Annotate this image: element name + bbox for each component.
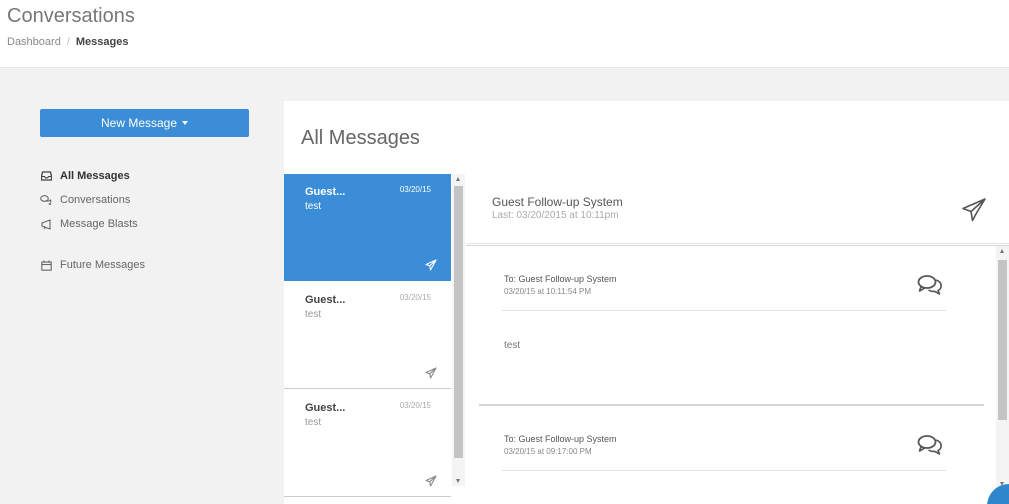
scrollbar-thumb[interactable] [454,186,463,458]
megaphone-icon [40,218,52,230]
page-title: Conversations [7,5,135,27]
calendar-icon [40,259,52,271]
entry-recipient: To: Guest Follow-up System [504,274,617,284]
breadcrumb-dashboard[interactable]: Dashboard [7,36,61,48]
thread-divider [479,404,984,406]
sidebar-nav: All Messages Conversations Message Blast… [40,164,250,277]
chat-icon [40,194,52,206]
message-list-scrollbar[interactable] [452,174,465,486]
message-preview: test [305,201,322,212]
entry-divider [502,310,946,311]
conversation-name: Guest Follow-up System [492,195,623,209]
message-date: 03/20/15 [399,293,431,302]
breadcrumb-separator: / [66,36,70,48]
sidebar-item-future-messages[interactable]: Future Messages [40,253,250,277]
send-icon [425,474,437,487]
message-date: 03/20/15 [399,401,431,410]
entry-divider [502,470,946,471]
chat-bubble-icon[interactable] [917,274,943,296]
list-item[interactable]: Guest... 03/20/15 test [284,282,451,389]
thread-scrollbar[interactable] [996,246,1009,489]
entry-timestamp: 03/20/15 at 10:11:54 PM [504,287,592,296]
send-icon [425,366,437,379]
message-sender: Guest... [305,186,346,198]
list-item[interactable]: Guest... 03/20/15 test [284,390,451,497]
sidebar-item-label: All Messages [60,170,130,182]
send-icon [425,258,437,271]
sidebar-item-label: Message Blasts [60,218,138,230]
breadcrumb: Dashboard / Messages [7,36,128,48]
caret-down-icon [182,121,189,125]
message-list: Guest... 03/20/15 test Guest... 03/20/15… [284,174,451,504]
scroll-up-icon[interactable] [456,177,460,181]
sidebar-item-all-messages[interactable]: All Messages [40,164,250,188]
scroll-up-icon[interactable] [1000,249,1004,253]
sidebar-item-label: Future Messages [60,259,145,271]
entry-recipient: To: Guest Follow-up System [504,434,617,444]
entry-timestamp: 03/20/15 at 09:17:00 PM [504,447,592,456]
message-preview: test [305,417,322,428]
sidebar-item-message-blasts[interactable]: Message Blasts [40,212,250,236]
top-bar: Conversations Dashboard / Messages [0,0,1009,68]
send-icon[interactable] [961,197,987,223]
chat-bubble-icon[interactable] [917,434,943,456]
new-message-label: New Message [100,116,178,130]
message-date: 03/20/15 [399,185,431,194]
scrollbar-thumb[interactable] [998,260,1007,420]
scroll-down-icon[interactable] [456,479,460,483]
message-sender: Guest... [305,294,346,306]
panel-title: All Messages [301,127,420,149]
sidebar-item-conversations[interactable]: Conversations [40,188,250,212]
breadcrumb-current: Messages [75,36,129,48]
conversation-header: Guest Follow-up System Last: 03/20/2015 … [466,174,1009,244]
list-item[interactable]: Guest... 03/20/15 test [284,174,451,281]
conversation-thread: To: Guest Follow-up System 03/20/15 at 1… [466,245,1009,504]
nav-gap [40,236,250,253]
sidebar-item-label: Conversations [60,194,131,206]
new-message-button[interactable]: New Message [40,109,249,137]
messages-panel: All Messages Guest... 03/20/15 test Gues… [284,101,1009,504]
entry-body: test [504,340,521,351]
message-preview: test [305,309,322,320]
conversation-last-date: Last: 03/20/2015 at 10:11pm [492,210,619,221]
inbox-icon [40,170,52,182]
message-sender: Guest... [305,402,346,414]
